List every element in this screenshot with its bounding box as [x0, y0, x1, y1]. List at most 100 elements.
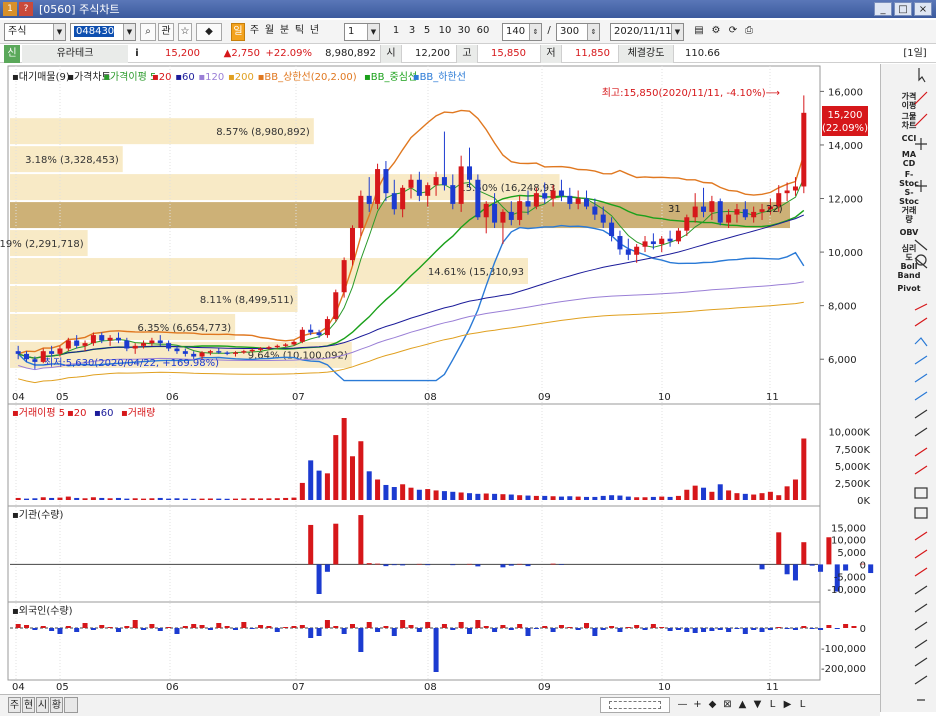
total-stepper[interactable]: 300 ⇕: [556, 23, 600, 41]
indicator-volume[interactable]: 거래 량: [883, 206, 935, 224]
minute-60-button[interactable]: 60: [475, 23, 491, 41]
month-tick-label-bottom: 05: [56, 682, 69, 692]
zoom-out-button[interactable]: —: [676, 697, 689, 713]
candle-body: [701, 206, 707, 212]
indicator-price-ma[interactable]: 가격 이평: [883, 92, 935, 110]
chevron-down-icon: ▼: [123, 24, 135, 40]
indicator-bollinger[interactable]: Boll Band: [883, 262, 935, 280]
candle-body: [207, 351, 213, 353]
foreign-bar: [258, 625, 264, 628]
minute-1-button[interactable]: 1: [390, 23, 402, 41]
tab-market[interactable]: 시: [36, 697, 49, 713]
fibonacci-icon[interactable]: [914, 303, 928, 327]
print-icon[interactable]: [914, 507, 928, 519]
save-icon[interactable]: ▤: [692, 23, 706, 41]
minimize-button[interactable]: _: [874, 2, 892, 16]
cursor-icon[interactable]: [918, 68, 926, 83]
stock-code-input[interactable]: 048430 ▼: [70, 23, 136, 41]
minute-10-button[interactable]: 10: [437, 23, 453, 41]
minute-30-button[interactable]: 30: [456, 23, 472, 41]
search-button[interactable]: ⌕: [140, 23, 156, 41]
indicator-net-chart[interactable]: 그물 차트: [883, 112, 935, 130]
tab-stock[interactable]: 주: [8, 697, 21, 713]
candle-body: [57, 348, 63, 354]
fit-button[interactable]: ⊠: [721, 697, 734, 713]
play-button[interactable]: ▶: [781, 697, 794, 713]
box-icon[interactable]: [914, 487, 928, 499]
period-year-button[interactable]: 년: [308, 23, 321, 41]
window-number-icon[interactable]: 1: [3, 2, 17, 16]
high-label: 고: [456, 45, 478, 63]
gann-icon[interactable]: [914, 531, 928, 577]
tab-nav-arrow[interactable]: [64, 697, 78, 713]
favorite-button[interactable]: ☆: [178, 23, 192, 41]
info-icon[interactable]: i: [132, 45, 142, 63]
period-week-button[interactable]: 주: [248, 23, 261, 41]
chart-scrollbar[interactable]: [600, 697, 670, 713]
period-month-button[interactable]: 월: [263, 23, 276, 41]
ruler-icon[interactable]: [914, 337, 928, 401]
candle-body: [492, 203, 498, 223]
indicator-cci[interactable]: CCI: [883, 134, 935, 143]
candle-body: [801, 112, 807, 187]
tab-status[interactable]: 황: [50, 697, 63, 713]
volume-bar: [216, 498, 222, 500]
eraser-icon[interactable]: [914, 657, 928, 701]
inst-bar: [759, 564, 765, 570]
zoom-reset-button[interactable]: ◆: [706, 697, 719, 713]
stock-name[interactable]: 유라테크: [22, 45, 128, 63]
chevron-down-icon: ▼: [53, 24, 65, 40]
month-tick-label-bottom: 04: [12, 682, 25, 692]
scroll-down-button[interactable]: ▼: [751, 697, 764, 713]
inst-tick-label: 10,000: [831, 536, 866, 547]
minute-3-button[interactable]: 3: [406, 23, 418, 41]
foreign-bar: [207, 628, 213, 630]
price-chart-svg[interactable]: 8.57% (8,980,892)3.18% (3,328,453)15.50%…: [0, 64, 890, 693]
indicator-pivot[interactable]: Pivot: [883, 284, 935, 293]
foreign-bar: [266, 626, 272, 628]
market-select[interactable]: 주식 ▼: [4, 23, 66, 41]
volume-bar: [558, 496, 564, 500]
gear-icon[interactable]: ⚙: [709, 23, 723, 41]
scroll-up-button[interactable]: ▲: [736, 697, 749, 713]
month-tick-label-bottom: 07: [292, 682, 305, 692]
period-minute-button[interactable]: 분: [278, 23, 291, 41]
foreign-bar: [441, 624, 447, 628]
candle-body: [433, 177, 439, 186]
refresh-icon[interactable]: ⟳: [726, 23, 740, 41]
month-tick-label: 08: [424, 392, 437, 403]
zoom-in-button[interactable]: +: [691, 697, 704, 713]
volume-bar: [483, 493, 489, 500]
volume-bar: [57, 497, 63, 500]
tab-current[interactable]: 현: [22, 697, 35, 713]
indicator-psychology[interactable]: 심리 도: [883, 244, 935, 262]
foreign-bar: [316, 628, 322, 636]
foreign-bar: [32, 628, 38, 630]
date-input[interactable]: 2020/11/11 ▼: [610, 23, 684, 41]
foreign-bar: [759, 628, 765, 632]
maximize-button[interactable]: □: [894, 2, 912, 16]
indicator-obv[interactable]: OBV: [883, 228, 935, 237]
period-day-button[interactable]: 일: [231, 23, 245, 41]
period-tick-button[interactable]: 틱: [293, 23, 306, 41]
channel-icon[interactable]: [914, 409, 928, 437]
close-button[interactable]: ×: [914, 2, 932, 16]
chart-area[interactable]: 8.57% (8,980,892) 3.18% (3,328,453) 15.50%…: [0, 64, 890, 693]
indicator-macd[interactable]: MA CD: [883, 150, 935, 168]
lookup-button[interactable]: 관: [158, 23, 174, 41]
print-icon[interactable]: ⎙: [742, 23, 756, 41]
minute-5-button[interactable]: 5: [421, 23, 433, 41]
indicator-f-stoch[interactable]: F- Stoc: [883, 170, 935, 188]
pattern-icon[interactable]: [914, 447, 928, 475]
last-button[interactable]: L: [796, 697, 809, 713]
first-button[interactable]: L: [766, 697, 779, 713]
foreign-bar: [291, 626, 297, 628]
scrollbar-thumb[interactable]: [609, 701, 661, 709]
indicator-s-stoch[interactable]: S- Stoc: [883, 188, 935, 206]
unit-select[interactable]: 1 ▼: [344, 23, 380, 41]
help-icon[interactable]: ?: [19, 2, 33, 16]
prev-next-stepper[interactable]: ◆: [196, 23, 222, 41]
count-stepper[interactable]: 140 ⇕: [502, 23, 542, 41]
range-separator: /: [547, 25, 551, 36]
arrow-icon[interactable]: [914, 585, 928, 649]
